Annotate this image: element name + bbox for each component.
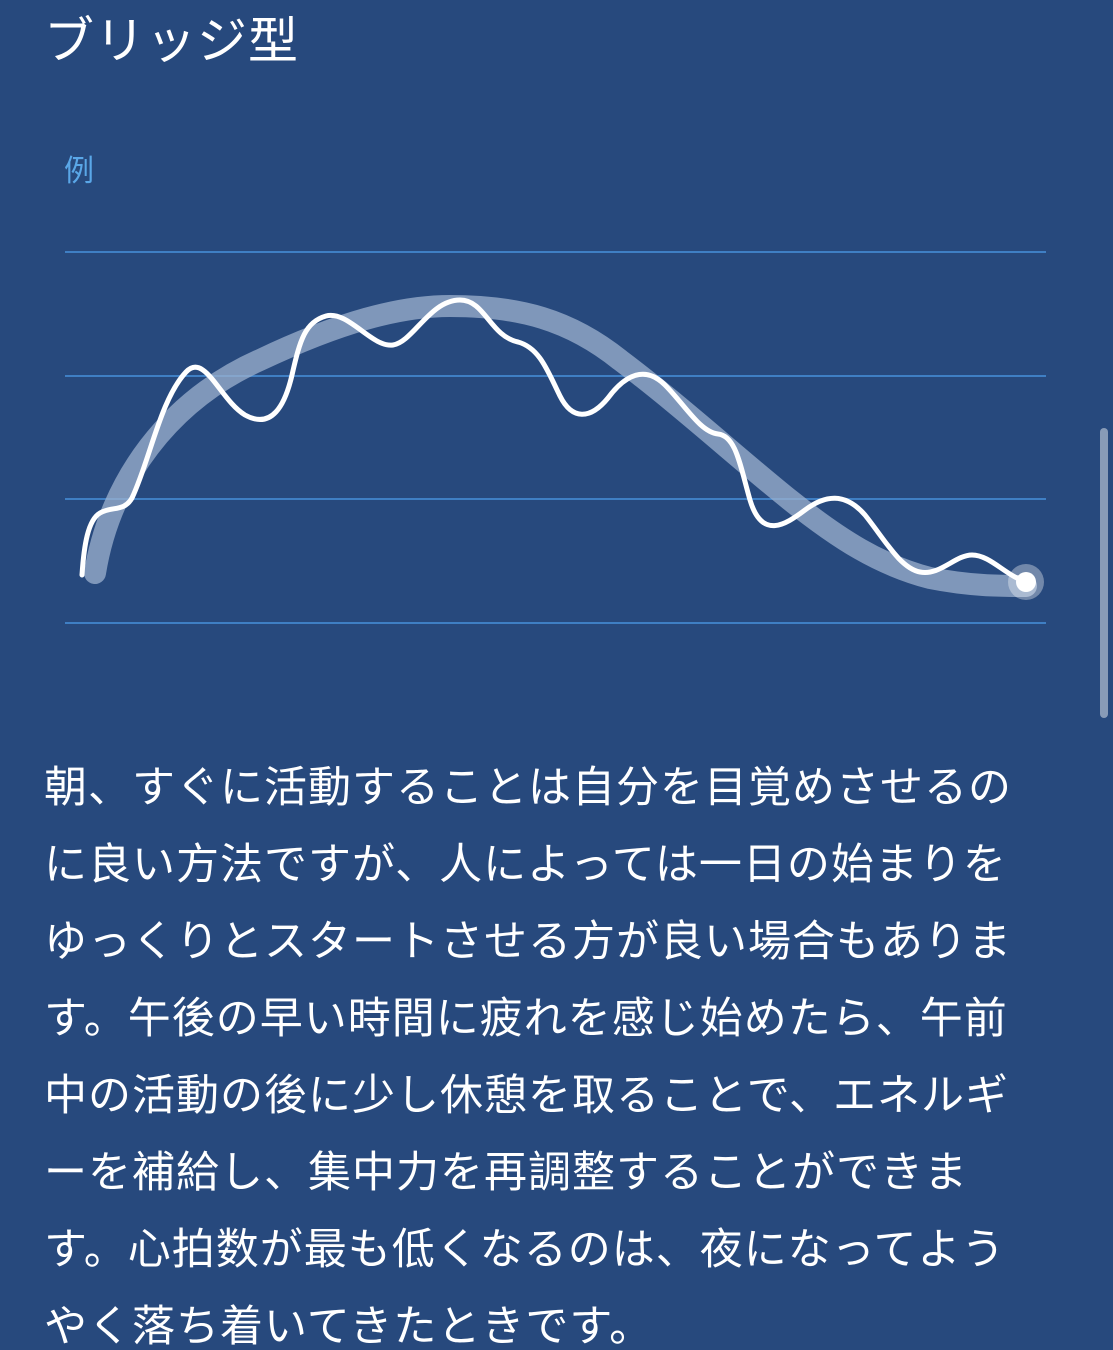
description-text: 朝、すぐに活動することは自分を目覚めさせるのに良い方法ですが、人によっては一日の… [44, 763, 1012, 1350]
scrollbar-thumb[interactable] [1100, 428, 1108, 718]
screen: ブリッジ型 例 朝、すぐに活動することは自分を目覚めさせるのに良い方法ですが、人… [0, 0, 1113, 1350]
example-chart [65, 251, 1046, 624]
page-title: ブリッジ型 [44, 12, 299, 70]
heart-rate-line [79, 297, 1029, 585]
end-point [1016, 572, 1036, 592]
example-label: 例 [64, 154, 94, 189]
